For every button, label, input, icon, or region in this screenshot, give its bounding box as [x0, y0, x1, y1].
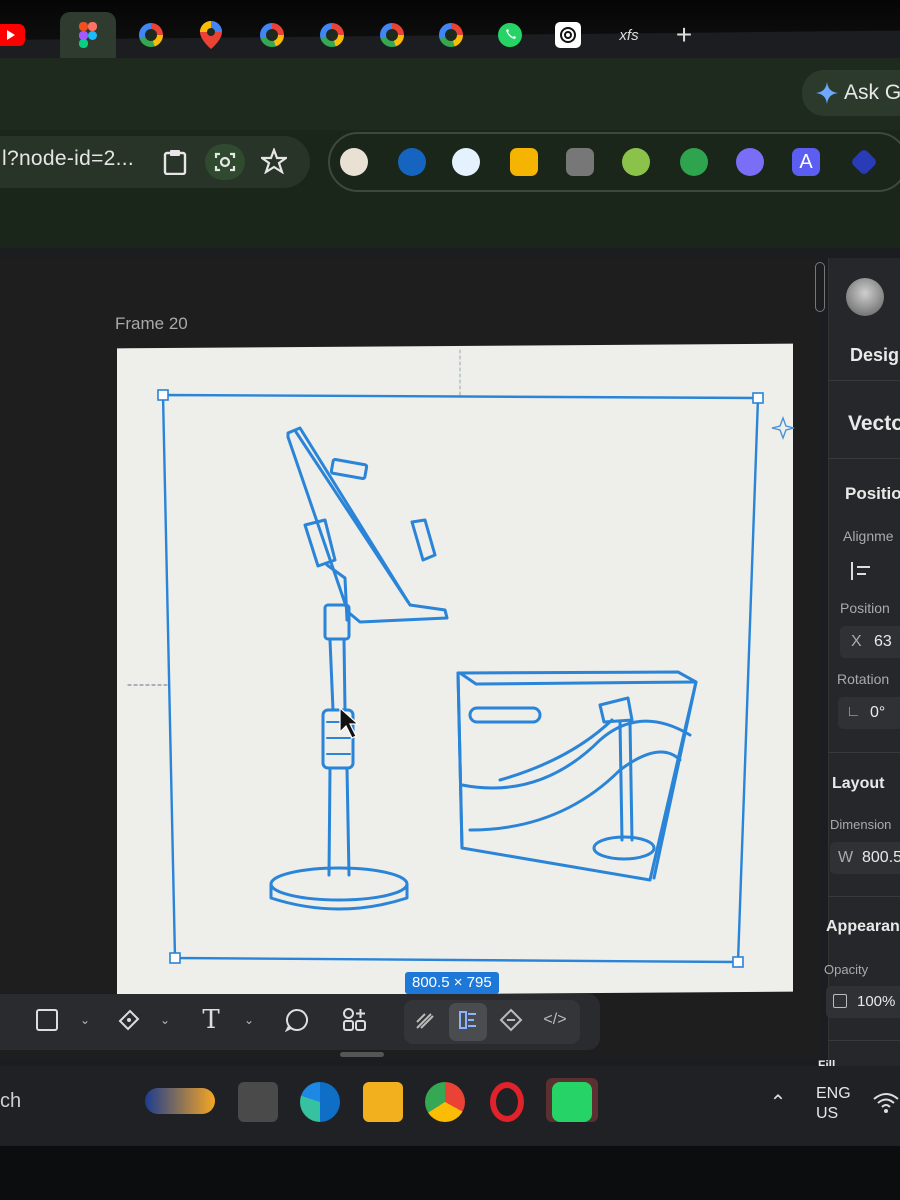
- alignment-label: Alignme: [843, 528, 894, 544]
- monitor-bezel-bottom: [0, 1146, 900, 1200]
- dev-mode-icon[interactable]: </>: [540, 1005, 570, 1035]
- file-explorer-icon[interactable]: [363, 1082, 403, 1122]
- rectangle-tool-icon[interactable]: [32, 1005, 62, 1035]
- panel-divider: [828, 752, 900, 753]
- rotation-label: Rotation: [837, 671, 890, 687]
- layout-heading: Layout: [832, 775, 885, 792]
- text-tool-chevron-icon[interactable]: ⌄: [234, 1005, 264, 1035]
- language-line-1: ENG: [816, 1085, 851, 1102]
- opacity-checker-icon: [833, 994, 847, 1008]
- comment-tool-icon[interactable]: [282, 1005, 312, 1035]
- pen-tool-icon[interactable]: [114, 1005, 144, 1035]
- language-indicator[interactable]: ENG US: [816, 1084, 851, 1124]
- appearance-heading: Appearan: [826, 918, 900, 935]
- language-line-2: US: [816, 1105, 839, 1122]
- avatar[interactable]: [846, 278, 884, 316]
- angle-icon: ∟: [846, 703, 861, 720]
- draw-mode-icon[interactable]: [410, 1005, 440, 1035]
- panel-divider: [828, 896, 900, 897]
- dimensions-label: Dimension: [830, 817, 892, 832]
- x-field-value[interactable]: 63: [874, 633, 892, 651]
- toolbar-drag-handle[interactable]: [340, 1052, 384, 1057]
- edge-icon[interactable]: [300, 1082, 340, 1122]
- position-heading: Positio: [845, 484, 900, 503]
- opacity-value[interactable]: 100%: [857, 993, 895, 1010]
- pen-tool-chevron-icon[interactable]: ⌄: [150, 1005, 180, 1035]
- properties-panel: [828, 258, 900, 1078]
- selection-size-badge: 800.5 × 795: [405, 972, 499, 994]
- w-field-label: W: [838, 849, 854, 866]
- whatsapp-taskbar-icon[interactable]: [552, 1082, 592, 1122]
- align-left-icon[interactable]: [850, 560, 876, 582]
- x-field-label: X: [851, 633, 862, 650]
- chrome-icon[interactable]: [425, 1082, 465, 1122]
- design-mode-icon[interactable]: [453, 1005, 483, 1035]
- task-view-icon[interactable]: [238, 1082, 278, 1122]
- tab-design[interactable]: Desig: [850, 345, 899, 366]
- actions-tool-icon[interactable]: [340, 1005, 370, 1035]
- taskbar-search-text[interactable]: ch: [0, 1090, 21, 1113]
- prototype-mode-icon[interactable]: [496, 1005, 526, 1035]
- tray-chevron-up-icon[interactable]: ⌃: [764, 1090, 792, 1118]
- panel-divider: [828, 1040, 900, 1041]
- rectangle-tool-chevron-icon[interactable]: ⌄: [70, 1005, 100, 1035]
- panel-divider: [828, 380, 900, 381]
- rotation-value[interactable]: 0°: [870, 704, 885, 722]
- w-field-value[interactable]: 800.5: [862, 849, 900, 867]
- panel-divider: [828, 458, 900, 459]
- opacity-label: Opacity: [824, 962, 869, 977]
- text-tool-icon[interactable]: T: [196, 1005, 226, 1035]
- wifi-icon[interactable]: [872, 1090, 900, 1118]
- taskbar-widget-icon[interactable]: [145, 1088, 215, 1114]
- position-label: Position: [840, 600, 890, 616]
- opera-icon[interactable]: [490, 1082, 524, 1122]
- layer-type-title: Vecto: [848, 412, 900, 435]
